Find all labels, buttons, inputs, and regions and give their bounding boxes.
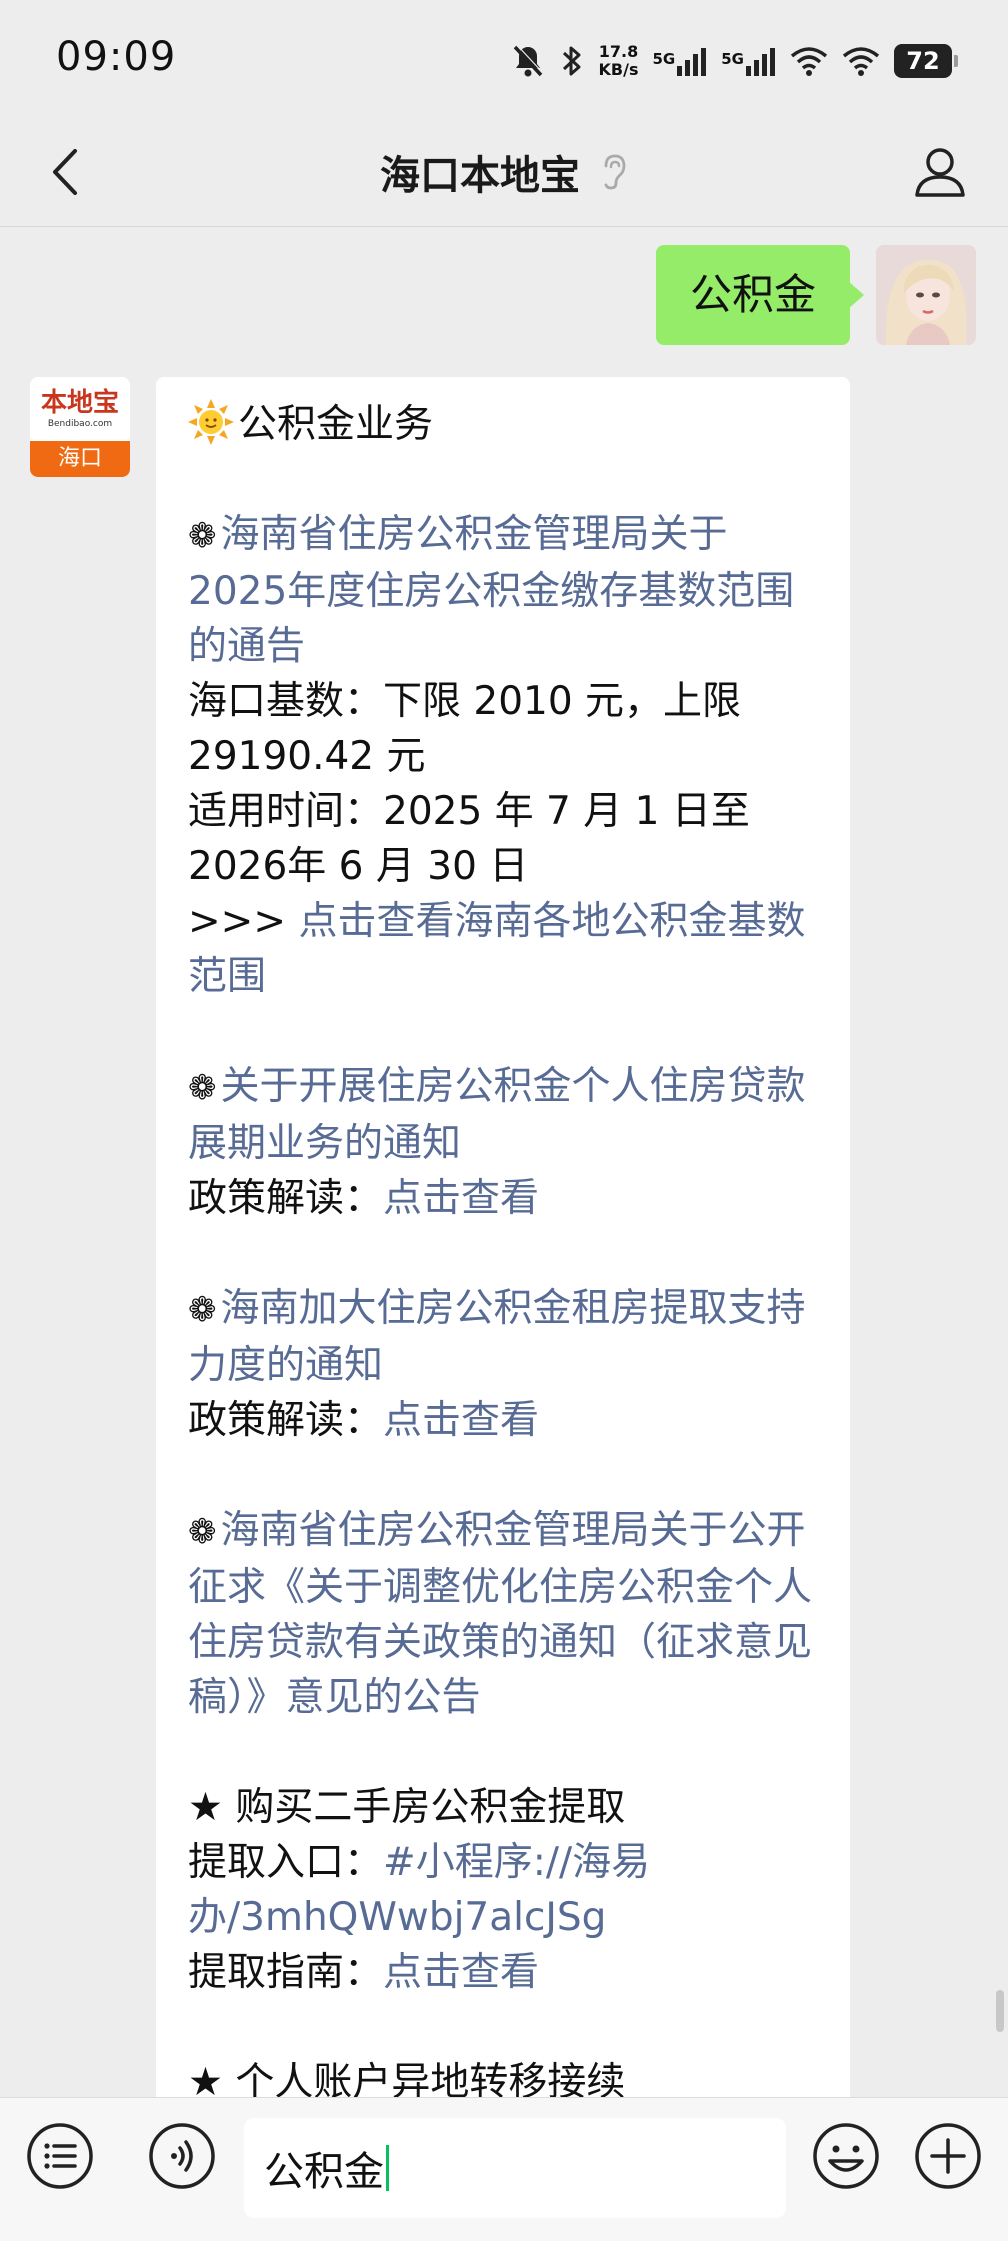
bendibao-logo: 本地宝 Bendibao.com bbox=[30, 377, 130, 441]
person-icon bbox=[915, 148, 965, 197]
user-avatar[interactable] bbox=[876, 245, 976, 345]
received-message-bubble[interactable]: 公积金业务 ❁ 海南省住房公积金管理局关于2025年度住房公积金缴存基数范围的通告… bbox=[156, 377, 850, 2097]
notice-link-1[interactable]: 海南省住房公积金管理局关于2025年度住房公积金缴存基数范围的通告 bbox=[188, 512, 794, 669]
nav-bar: 海口本地宝 bbox=[0, 120, 1008, 227]
status-time: 09:09 bbox=[56, 34, 177, 80]
bluetooth-icon bbox=[559, 43, 585, 79]
reply-title-line: 公积金业务 bbox=[188, 397, 820, 452]
battery-icon: 72 bbox=[894, 44, 958, 78]
scrollbar-thumb[interactable] bbox=[996, 1990, 1004, 2032]
valid-period-text: 适用时间：2025 年 7 月 1 日至 2026年 6 月 30 日 bbox=[188, 789, 750, 889]
profile-button[interactable] bbox=[908, 140, 972, 204]
logo-url: Bendibao.com bbox=[47, 419, 113, 429]
wifi-icon bbox=[842, 46, 880, 76]
section-heading-6: ★ 个人账户异地转移接续 bbox=[188, 2060, 626, 2097]
status-icons: 17.8 KB/s 5G 5G 72 bbox=[511, 34, 958, 88]
section-heading-5: ★ 购买二手房公积金提取 bbox=[188, 1785, 626, 1830]
policy-label: 政策解读： bbox=[188, 1398, 384, 1443]
sun-emoji-icon bbox=[188, 399, 234, 445]
logo-text: 本地宝 bbox=[40, 388, 119, 418]
flower-icon: ❁ bbox=[188, 516, 217, 556]
sent-message-row: 公积金 bbox=[655, 245, 976, 345]
input-bar: 公积金 bbox=[0, 2097, 1008, 2241]
sent-message-bubble[interactable]: 公积金 bbox=[655, 245, 865, 345]
notice-link-4[interactable]: 海南省住房公积金管理局关于公开征求《关于调整优化住房公积金个人住房贷款有关政策的… bbox=[188, 1508, 812, 1720]
city-badge: 海口 bbox=[30, 441, 130, 477]
notice-item-1: ❁ 海南省住房公积金管理局关于2025年度住房公积金缴存基数范围的通告 bbox=[188, 507, 820, 674]
notice-link-3[interactable]: 海南加大住房公积金租房提取支持力度的通知 bbox=[188, 1286, 806, 1388]
entry-label: 提取入口： bbox=[188, 1840, 384, 1885]
net-speed-unit: KB/s bbox=[598, 60, 639, 79]
emoji-icon bbox=[813, 2123, 879, 2189]
page-title: 海口本地宝 bbox=[380, 153, 580, 199]
more-button[interactable] bbox=[912, 2120, 984, 2192]
flower-icon: ❁ bbox=[188, 1068, 217, 1108]
emoji-button[interactable] bbox=[810, 2120, 882, 2192]
plus-icon bbox=[915, 2123, 981, 2189]
policy-link-2[interactable]: 点击查看 bbox=[383, 1176, 539, 1221]
notice-item-3: ❁ 海南加大住房公积金租房提取支持力度的通知 bbox=[188, 1281, 820, 1393]
signal-label: 5G bbox=[721, 50, 744, 68]
net-speed-value: 17.8 bbox=[598, 42, 639, 61]
policy-line-2: 政策解读：点击查看 bbox=[188, 1171, 820, 1226]
withdraw-guide-line: 提取指南：点击查看 bbox=[188, 1945, 820, 2000]
chat-area[interactable]: 公积金 本地宝 Bendibao.com 海口 公积金业务 ❁ 海南省住房公积金… bbox=[0, 227, 1008, 2097]
wifi-icon bbox=[790, 46, 828, 76]
received-message-row: 本地宝 Bendibao.com 海口 公积金业务 ❁ 海南省住房公积金管理局关于… bbox=[30, 377, 850, 2097]
menu-button[interactable] bbox=[24, 2120, 96, 2192]
arrow-prefix: >>> bbox=[188, 899, 299, 944]
voice-icon bbox=[149, 2123, 215, 2189]
message-input[interactable]: 公积金 bbox=[244, 2118, 786, 2218]
signal-icon: 5G bbox=[653, 46, 708, 76]
menu-list-icon bbox=[27, 2123, 93, 2189]
notice-item-2: ❁ 关于开展住房公积金个人住房贷款展期业务的通知 bbox=[188, 1059, 820, 1171]
policy-line-3: 政策解读：点击查看 bbox=[188, 1393, 820, 1448]
base-more-line: >>> 点击查看海南各地公积金基数范围 bbox=[188, 894, 820, 1004]
ear-icon bbox=[604, 154, 626, 190]
guide-link[interactable]: 点击查看 bbox=[383, 1950, 539, 1995]
signal-icon: 5G bbox=[721, 46, 776, 76]
flower-icon: ❁ bbox=[188, 1512, 217, 1552]
guide-label: 提取指南： bbox=[188, 1950, 384, 1995]
policy-label: 政策解读： bbox=[188, 1176, 384, 1221]
text-cursor bbox=[386, 2145, 389, 2191]
withdraw-entry-line: 提取入口：#小程序://海易办/3mhQWwbj7alcJSg bbox=[188, 1835, 820, 1945]
policy-link-3[interactable]: 点击查看 bbox=[383, 1398, 539, 1443]
status-bar: 09:09 17.8 KB/s 5G 5G 72 bbox=[0, 0, 1008, 120]
nav-title-wrap: 海口本地宝 bbox=[0, 142, 1008, 202]
notice-link-2[interactable]: 关于开展住房公积金个人住房贷款展期业务的通知 bbox=[188, 1064, 806, 1166]
signal-label: 5G bbox=[652, 50, 676, 68]
reply-title: 公积金业务 bbox=[238, 402, 434, 447]
net-speed: 17.8 KB/s bbox=[599, 43, 639, 79]
mute-icon bbox=[511, 43, 545, 79]
voice-button[interactable] bbox=[146, 2120, 218, 2192]
notice-item-4: ❁ 海南省住房公积金管理局关于公开征求《关于调整优化住房公积金个人住房贷款有关政策… bbox=[188, 1503, 820, 1725]
base-range-text: 海口基数：下限 2010 元，上限 29190.42 元 bbox=[188, 679, 742, 779]
flower-icon: ❁ bbox=[188, 1290, 217, 1330]
bot-avatar[interactable]: 本地宝 Bendibao.com 海口 bbox=[30, 377, 130, 477]
message-input-value: 公积金 bbox=[264, 2149, 384, 2195]
